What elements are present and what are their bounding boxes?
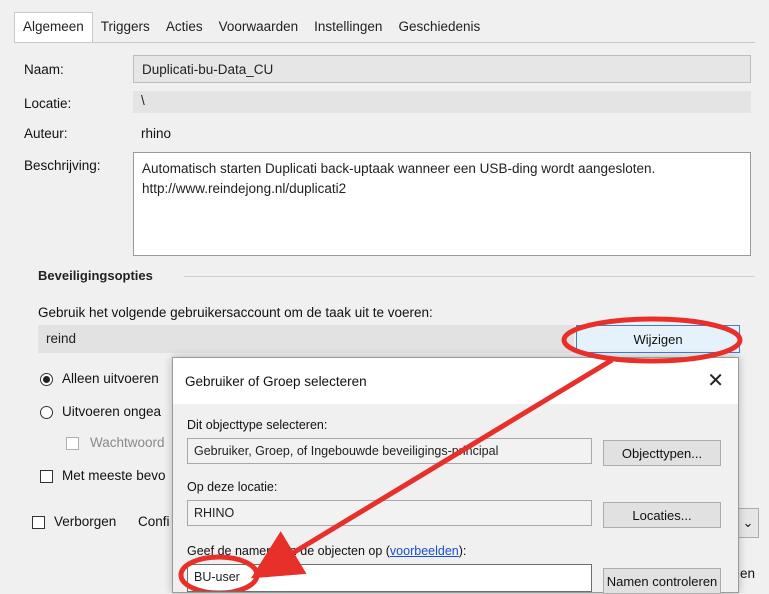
tab-strip: Algemeen Triggers Acties Voorwaarden Ins… <box>14 12 488 42</box>
no-password-label: Wachtwoord <box>90 435 165 450</box>
name-label: Naam: <box>24 62 64 77</box>
search-location-label: Op deze locatie: <box>187 480 278 494</box>
search-location-field: RHINO <box>187 500 592 526</box>
dialog-title: Gebruiker of Groep selecteren <box>185 374 367 389</box>
chevron-down-icon: ⌄ <box>742 515 754 530</box>
name-field[interactable]: Duplicati-bu-Data_CU <box>133 55 751 83</box>
radio-only-logged-on-label: Alleen uitvoeren <box>62 371 159 386</box>
location-field: \ <box>133 91 751 113</box>
object-names-label-suffix: ): <box>458 544 467 558</box>
highest-privileges-label: Met meeste bevo <box>62 468 166 483</box>
examples-link[interactable]: voorbeelden <box>390 544 459 558</box>
select-user-dialog: Gebruiker of Groep selecteren ✕ Dit obje… <box>172 357 739 594</box>
partial-button-label: en <box>740 566 756 581</box>
configure-for-label: Confi <box>138 514 170 529</box>
tab-actions[interactable]: Acties <box>158 12 211 42</box>
tab-conditions[interactable]: Voorwaarden <box>211 12 307 42</box>
no-password-checkbox[interactable] <box>66 437 79 450</box>
locations-button[interactable]: Locaties... <box>603 502 721 528</box>
radio-only-logged-on[interactable] <box>40 373 53 386</box>
tab-general[interactable]: Algemeen <box>14 12 93 42</box>
object-names-label-prefix: Geef de namen van de objecten op ( <box>187 544 390 558</box>
objecttype-field: Gebruiker, Groep, of Ingebouwde beveilig… <box>187 438 592 464</box>
change-user-button[interactable]: Wijzigen <box>576 325 740 353</box>
objecttype-label: Dit objecttype selecteren: <box>187 418 328 432</box>
account-field: reind <box>38 325 574 353</box>
account-prompt: Gebruik het volgende gebruikersaccount o… <box>38 305 433 320</box>
radio-run-regardless[interactable] <box>40 406 53 419</box>
location-label: Locatie: <box>24 96 72 111</box>
tab-history[interactable]: Geschiedenis <box>390 12 488 42</box>
object-names-textarea[interactable]: BU-user <box>187 564 592 592</box>
radio-run-regardless-label: Uitvoeren ongea <box>62 404 162 419</box>
objecttypes-button[interactable]: Objecttypen... <box>603 440 721 466</box>
group-divider <box>184 276 755 277</box>
author-value: rhino <box>141 126 172 141</box>
description-textarea[interactable]: Automatisch starten Duplicati back-uptaa… <box>133 152 751 256</box>
hidden-checkbox[interactable] <box>32 516 45 529</box>
author-label: Auteur: <box>24 126 68 141</box>
object-names-label: Geef de namen van de objecten op (voorbe… <box>187 544 466 558</box>
description-line-1: Automatisch starten Duplicati back-uptaa… <box>142 161 656 176</box>
highest-privileges-checkbox[interactable] <box>40 470 53 483</box>
close-icon[interactable]: ✕ <box>707 368 724 393</box>
tab-divider <box>14 42 755 43</box>
check-names-button[interactable]: Namen controleren <box>603 568 721 594</box>
tab-settings[interactable]: Instellingen <box>306 12 390 42</box>
configure-dropdown[interactable]: ⌄ <box>737 508 759 538</box>
security-group-title: Beveiligingsopties <box>38 268 153 283</box>
hidden-label: Verborgen <box>54 514 117 529</box>
dialog-body: Dit objecttype selecteren: Gebruiker, Gr… <box>173 404 738 594</box>
tab-triggers[interactable]: Triggers <box>93 12 158 42</box>
description-line-2: http://www.reindejong.nl/duplicati2 <box>142 181 347 196</box>
description-label: Beschrijving: <box>24 158 101 173</box>
